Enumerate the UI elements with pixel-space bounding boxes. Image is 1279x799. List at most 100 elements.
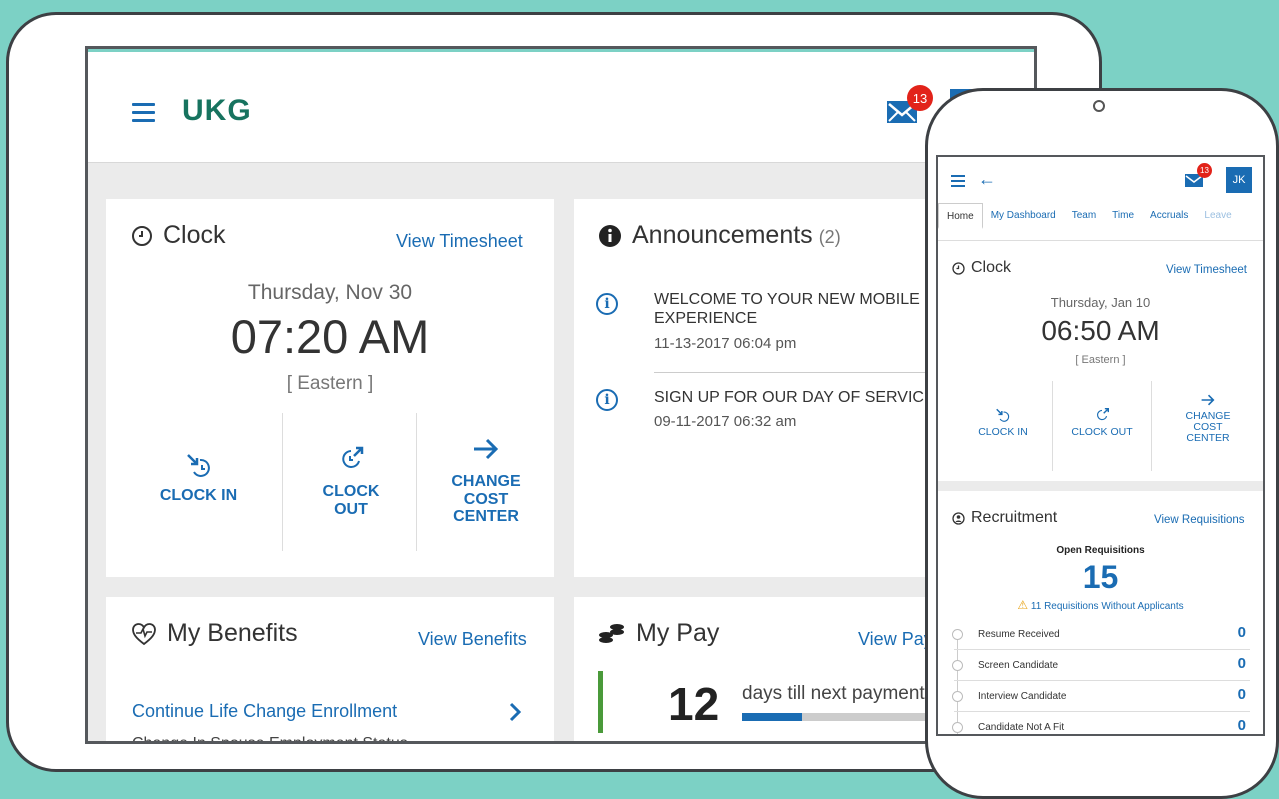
warning-icon: ⚠ <box>1017 598 1029 612</box>
requisitions-warning[interactable]: ⚠ 11 Requisitions Without Applicants <box>938 598 1263 612</box>
clock-in-button[interactable]: CLOCK IN <box>146 451 251 505</box>
menu-icon[interactable] <box>132 103 155 122</box>
clock-in-icon <box>186 454 210 477</box>
stage-label: Resume Received <box>978 629 1060 640</box>
stage-dot <box>952 660 963 671</box>
stage-row[interactable]: Resume Received 0 <box>952 619 1250 650</box>
clock-out-label-1: CLOCK <box>322 483 380 500</box>
clock-date: Thursday, Nov 30 <box>247 281 413 304</box>
clock-timezone: [ Eastern ] <box>286 373 374 394</box>
requisitions-warning-text: 11 Requisitions Without Applicants <box>1030 601 1184 612</box>
stage-label: Candidate Not A Fit <box>978 722 1065 733</box>
clock-out-label-2: OUT <box>334 500 368 518</box>
view-benefits-link[interactable]: View Benefits <box>418 629 527 650</box>
menu-icon[interactable] <box>951 175 965 187</box>
clock-title-text: Clock <box>163 221 226 249</box>
phone-tabs: Home My Dashboard Team Time Accruals Lea… <box>938 203 1263 229</box>
stage-dot <box>952 691 963 702</box>
app-header: UKG 13 <box>88 49 1034 163</box>
change-cost-center-label-1: CHANGE <box>451 473 521 490</box>
arrow-right-icon <box>1201 394 1215 406</box>
clock-icon <box>952 261 965 275</box>
tab-leave[interactable]: Leave <box>1196 203 1239 229</box>
announcement-date: 09-11-2017 06:32 am <box>654 413 797 430</box>
announcements-title-text: Announcements <box>632 221 813 249</box>
clock-in-icon <box>996 408 1010 422</box>
recruitment-title-text: Recruitment <box>971 509 1058 526</box>
phone-clock-title-text: Clock <box>971 259 1012 276</box>
clock-in-button[interactable]: CLOCK IN <box>958 407 1048 438</box>
back-arrow-icon[interactable]: ← <box>978 169 996 190</box>
benefits-title-text: My Benefits <box>167 619 298 647</box>
clock-out-icon <box>1097 408 1109 421</box>
stage-label: Screen Candidate <box>978 660 1059 671</box>
divider <box>1052 381 1053 471</box>
arrow-right-icon <box>474 438 499 460</box>
view-timesheet-link[interactable]: View Timesheet <box>396 231 523 252</box>
stage-row[interactable]: Interview Candidate 0 <box>952 681 1250 712</box>
phone-clock-title: Clock <box>952 259 1011 277</box>
stage-count: 0 <box>1237 717 1246 734</box>
benefits-title: My Benefits <box>131 619 298 648</box>
divider <box>1151 381 1152 471</box>
clock-in-label: CLOCK IN <box>159 487 238 504</box>
tab-accruals[interactable]: Accruals <box>1142 203 1196 229</box>
pay-title-text: My Pay <box>636 619 720 647</box>
stage-row[interactable]: Screen Candidate 0 <box>952 650 1250 681</box>
phone-header: ← 13 JK Home My Dashboard Team Time Accr… <box>938 157 1263 241</box>
pay-progress-fill <box>742 713 802 721</box>
tab-my-dashboard[interactable]: My Dashboard <box>983 203 1064 229</box>
avatar[interactable]: JK <box>1226 167 1252 193</box>
continue-enrollment-link[interactable]: Continue Life Change Enrollment <box>132 701 397 722</box>
divider <box>282 413 283 551</box>
tab-time[interactable]: Time <box>1104 203 1142 229</box>
person-search-icon <box>952 511 965 525</box>
change-cost-center-label-2: COST <box>463 490 509 508</box>
announcement-date: 11-13-2017 06:04 pm <box>654 335 797 352</box>
change-cost-center-button[interactable]: CHANGE COST CENTER <box>1158 393 1258 444</box>
clock-out-button[interactable]: CLOCK OUT <box>301 445 401 518</box>
pay-accent-bar <box>598 671 603 733</box>
tablet-screen: UKG 13 Clock View Timesheet Thursday, No… <box>85 46 1037 744</box>
clock-icon <box>132 225 152 246</box>
phone-screen: ← 13 JK Home My Dashboard Team Time Accr… <box>936 155 1265 736</box>
clock-card: Clock View Timesheet Thursday, Nov 30 07… <box>106 199 554 577</box>
tab-team[interactable]: Team <box>1064 203 1104 229</box>
clock-out-label: CLOCK OUT <box>1071 426 1133 438</box>
phone-frame: ← 13 JK Home My Dashboard Team Time Accr… <box>925 88 1279 799</box>
view-pay-link[interactable]: View Pay <box>858 629 933 650</box>
change-cost-center-label-3: CENTER <box>453 508 519 526</box>
mail-badge: 13 <box>1197 163 1212 178</box>
clock-time: 07:20 AM <box>230 310 430 363</box>
heart-pulse-icon <box>132 622 156 645</box>
ukg-logo: UKG <box>182 94 252 127</box>
recruitment-title: Recruitment <box>952 509 1057 527</box>
stage-count: 0 <box>1237 624 1246 641</box>
clock-in-label: CLOCK IN <box>978 426 1028 438</box>
enrollment-subtitle: Change In Spouse Employment Status <box>132 735 408 744</box>
stage-count: 0 <box>1237 655 1246 672</box>
chevron-right-icon[interactable] <box>508 701 522 723</box>
tab-home[interactable]: Home <box>938 203 983 229</box>
view-timesheet-link[interactable]: View Timesheet <box>1166 264 1247 276</box>
open-requisitions-label: Open Requisitions <box>1056 545 1145 556</box>
announcements-count: (2) <box>818 227 841 247</box>
benefits-card: My Benefits View Benefits Continue Life … <box>106 597 554 744</box>
clock-out-icon <box>342 446 364 468</box>
phone-clock-card: Clock View Timesheet Thursday, Jan 10 06… <box>938 241 1263 481</box>
stage-dot <box>952 629 963 640</box>
mail-badge: 13 <box>907 85 933 111</box>
stage-row[interactable]: Candidate Not A Fit 0 <box>952 712 1250 734</box>
change-cost-center-label-3: CENTER <box>1186 432 1230 445</box>
coins-icon <box>599 623 624 643</box>
change-cost-center-button[interactable]: CHANGE COST CENTER <box>431 437 541 526</box>
info-circle-icon: i <box>596 389 618 411</box>
info-icon <box>599 224 621 247</box>
view-requisitions-link[interactable]: View Requisitions <box>1154 514 1245 526</box>
pay-days-count: 12 <box>668 678 720 730</box>
info-circle-icon: i <box>596 293 618 315</box>
stage-count: 0 <box>1237 686 1246 703</box>
phone-clock-time: 06:50 AM <box>1041 315 1160 346</box>
clock-out-button[interactable]: CLOCK OUT <box>1058 407 1146 438</box>
camera-icon <box>1093 100 1105 112</box>
